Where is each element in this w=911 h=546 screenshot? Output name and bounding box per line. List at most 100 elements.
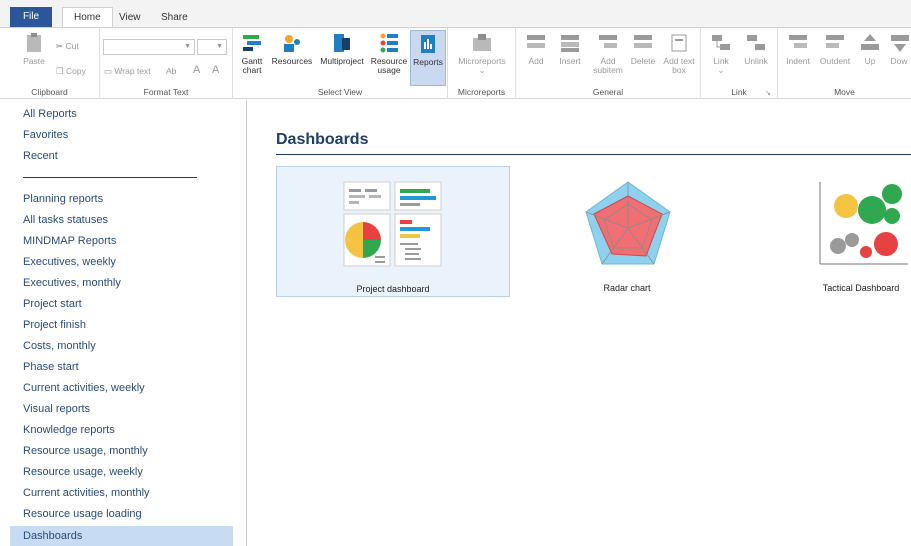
dialog-launcher-icon[interactable]: ↘: [765, 89, 771, 97]
sidebar-item-mindmap-reports[interactable]: MINDMAP Reports: [23, 231, 116, 251]
chevron-down-icon: ▼: [216, 43, 223, 50]
cut-button[interactable]: ✂ Cut: [56, 41, 79, 52]
sidebar-item-executives-weekly[interactable]: Executives, weekly: [23, 252, 116, 272]
ribbon: Paste ✂ Cut ❐ Copy Clipboard ▼ ▼ ▭ Wrap …: [0, 27, 911, 99]
indent-icon: [789, 35, 807, 48]
indent-label: Indent: [786, 56, 810, 66]
shrink-font-button[interactable]: A: [212, 64, 219, 76]
reports-button[interactable]: Reports: [410, 30, 446, 86]
tactical-dashboard-thumbnail-icon: [819, 182, 908, 265]
format-text-group-label: Format Text: [143, 87, 189, 97]
paste-button[interactable]: Paste: [20, 32, 48, 66]
move-up-button[interactable]: Up: [858, 32, 882, 66]
add-text-box-button[interactable]: Add text box: [659, 32, 699, 75]
tab-home[interactable]: Home: [62, 7, 113, 28]
sidebar-item-all-reports[interactable]: All Reports: [23, 104, 77, 124]
report-card-radar-chart[interactable]: Radar chart: [510, 166, 744, 297]
move-group-label: Move: [834, 87, 855, 97]
select-view-group-label: Select View: [317, 87, 363, 97]
arrow-up-icon: [861, 34, 879, 50]
insert-row-icon: [561, 35, 579, 52]
resource-usage-button[interactable]: Resource usage: [369, 32, 409, 75]
sidebar-item-visual-reports[interactable]: Visual reports: [23, 399, 90, 419]
delete-label: Delete: [630, 56, 656, 66]
sidebar-item-current-activities-weekly[interactable]: Current activities, weekly: [23, 378, 145, 398]
unlink-label: Unlink: [744, 56, 768, 66]
indent-button[interactable]: Indent: [782, 32, 814, 66]
link-button[interactable]: Link ⌄: [707, 32, 735, 75]
add-subitem-label-line2: subitem: [593, 65, 623, 75]
arrow-down-icon: [891, 35, 909, 52]
multiproject-icon: [334, 34, 350, 52]
font-family-combo[interactable]: ▼: [103, 39, 195, 55]
wrap-text-label: Wrap text: [114, 66, 151, 76]
resource-usage-label-line2: usage: [377, 65, 401, 75]
resource-usage-icon: [380, 33, 398, 53]
add-label: Add: [528, 56, 544, 66]
clipboard-group: Paste ✂ Cut ❐ Copy Clipboard: [0, 28, 100, 99]
multiproject-button[interactable]: Multiproject: [315, 32, 369, 66]
wrap-text-button[interactable]: ▭ Wrap text: [104, 66, 151, 77]
sidebar-item-project-finish[interactable]: Project finish: [23, 315, 86, 335]
sidebar-item-resource-usage-weekly[interactable]: Resource usage, weekly: [23, 462, 143, 482]
tab-file[interactable]: File: [10, 7, 52, 27]
sidebar-item-resource-usage-monthly[interactable]: Resource usage, monthly: [23, 441, 148, 461]
project-dashboard-thumbnail-icon: [343, 181, 442, 267]
sidebar-item-executives-monthly[interactable]: Executives, monthly: [23, 273, 121, 293]
reports-main-panel: Dashboards Project dashboard Radar chart…: [248, 100, 911, 546]
resources-button[interactable]: Resources: [269, 32, 315, 66]
resources-icon: [284, 35, 300, 52]
sidebar-item-knowledge-reports[interactable]: Knowledge reports: [23, 420, 115, 440]
sidebar-item-recent[interactable]: Recent: [23, 146, 58, 166]
move-up-label: Up: [864, 56, 876, 66]
outdent-button[interactable]: Outdent: [816, 32, 854, 66]
microreports-button[interactable]: Microreports ⌄: [452, 32, 512, 75]
sidebar-item-current-activities-monthly[interactable]: Current activities, monthly: [23, 483, 150, 503]
reports-sidebar: All Reports Favorites Recent Planning re…: [0, 100, 247, 546]
sidebar-item-favorites[interactable]: Favorites: [23, 125, 68, 145]
sidebar-item-costs-monthly[interactable]: Costs, monthly: [23, 336, 96, 356]
sidebar-item-dashboards[interactable]: Dashboards: [10, 526, 233, 546]
cut-label: Cut: [65, 41, 79, 51]
link-icon: [712, 35, 730, 50]
grow-font-label: A: [193, 64, 201, 76]
scissors-icon: ✂: [56, 41, 64, 51]
move-down-button[interactable]: Dow: [888, 32, 910, 66]
microreports-icon: [473, 34, 491, 51]
insert-label: Insert: [559, 56, 581, 66]
add-subitem-button[interactable]: Add subitem: [590, 32, 626, 75]
move-group: Indent Outdent Up Dow Move: [778, 28, 911, 99]
sidebar-item-phase-start[interactable]: Phase start: [23, 357, 79, 377]
report-card-project-dashboard[interactable]: Project dashboard: [276, 166, 510, 297]
copy-icon: ❐: [56, 66, 64, 76]
text-style-button[interactable]: Ab: [166, 66, 176, 76]
card-label: Tactical Dashboard: [822, 283, 900, 293]
outdent-label: Outdent: [819, 56, 851, 66]
copy-label: Copy: [66, 66, 86, 76]
sidebar-item-all-tasks-statuses[interactable]: All tasks statuses: [23, 210, 108, 230]
delete-button[interactable]: Delete: [627, 32, 659, 66]
card-label: Radar chart: [603, 283, 651, 293]
resources-label: Resources: [271, 56, 313, 66]
sidebar-item-project-start[interactable]: Project start: [23, 294, 82, 314]
general-group: Add Insert Add subitem Delete Add text b…: [516, 28, 701, 99]
sidebar-item-planning-reports[interactable]: Planning reports: [23, 189, 103, 209]
chevron-down-icon: ⌄: [478, 65, 486, 75]
unlink-button[interactable]: Unlink: [739, 32, 773, 66]
gantt-chart-button[interactable]: Gantt chart: [237, 32, 267, 75]
add-button[interactable]: Add: [522, 32, 550, 66]
radar-chart-thumbnail-icon: [585, 181, 671, 265]
insert-button[interactable]: Insert: [554, 32, 586, 66]
copy-button[interactable]: ❐ Copy: [56, 66, 86, 77]
tab-view[interactable]: View: [108, 8, 152, 28]
reports-icon: [421, 35, 435, 53]
add-text-box-label-line2: box: [672, 65, 686, 75]
add-row-icon: [527, 35, 545, 48]
tab-share[interactable]: Share: [150, 8, 199, 28]
grow-font-button[interactable]: A: [193, 64, 200, 76]
sidebar-item-resource-usage-loading[interactable]: Resource usage loading: [23, 504, 142, 524]
font-size-combo[interactable]: ▼: [197, 39, 227, 55]
delete-row-icon: [634, 35, 652, 48]
text-style-label: Ab: [166, 66, 177, 76]
report-card-tactical-dashboard[interactable]: Tactical Dashboard: [744, 166, 911, 297]
